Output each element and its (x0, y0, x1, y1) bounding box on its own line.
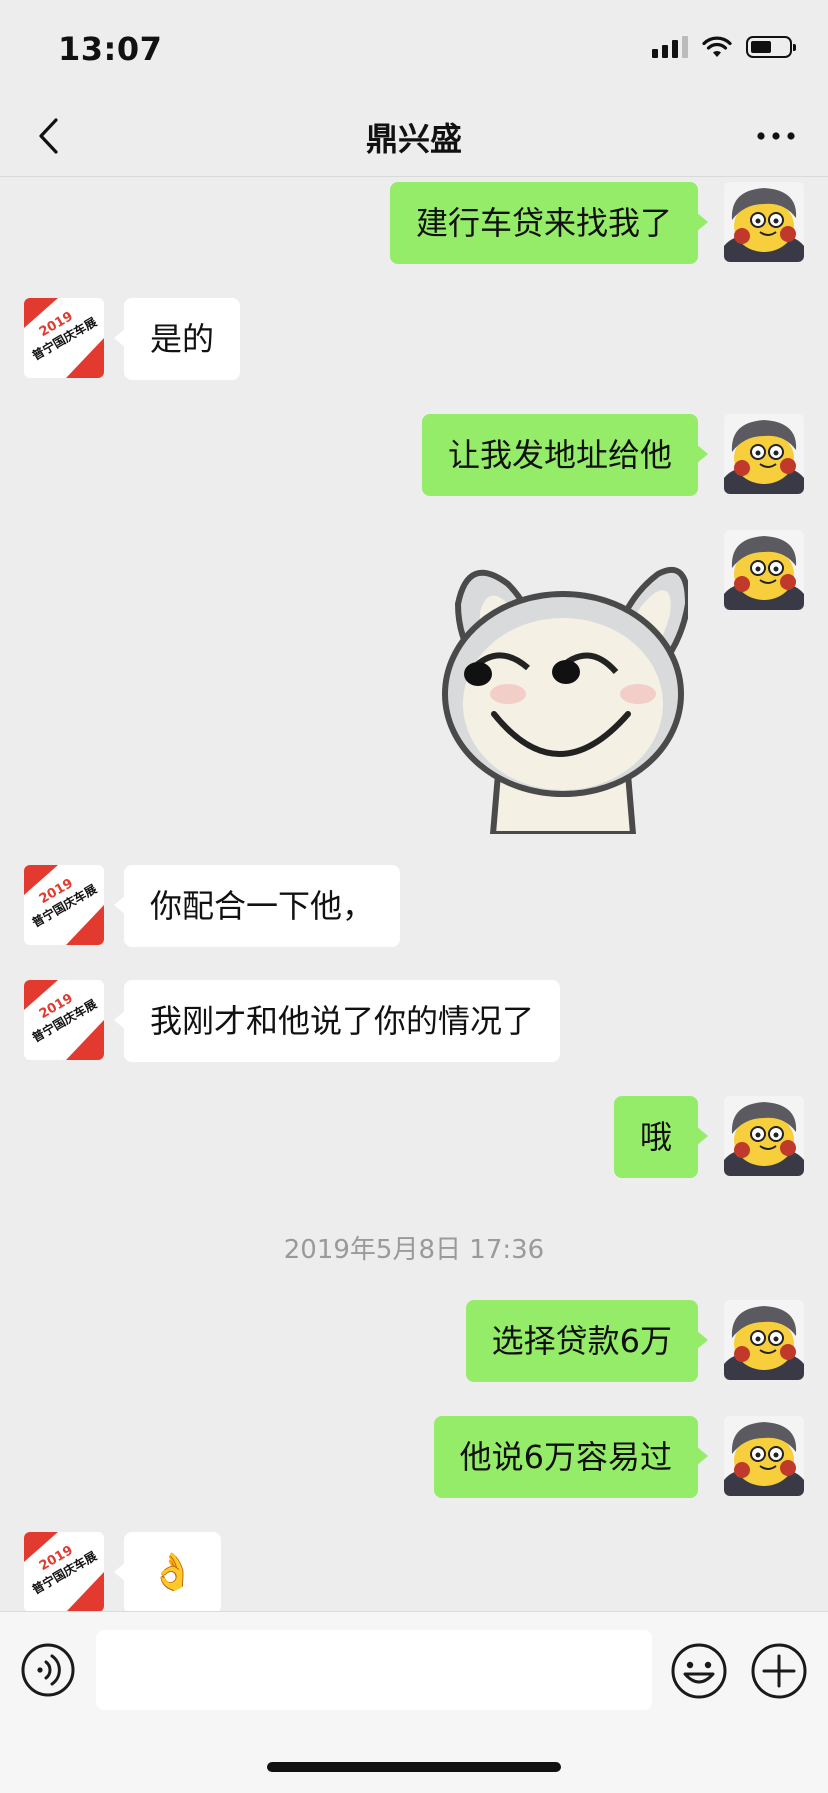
message-bubble-sent[interactable]: 他说6万容易过 (433, 1416, 709, 1498)
message-bubble-sent[interactable]: 让我发地址给他 (421, 414, 709, 496)
chat-history[interactable]: 建行车贷来找我了 2019 普宁国庆车展 是的 让我发地址给他 2019 普宁国… (0, 177, 828, 1611)
my-avatar[interactable] (724, 1096, 804, 1176)
home-indicator[interactable] (267, 1762, 561, 1772)
duck-avatar-icon (724, 1096, 804, 1176)
contact-avatar[interactable]: 2019 普宁国庆车展 (24, 980, 104, 1060)
cellular-signal-icon (652, 36, 688, 58)
contact-avatar[interactable]: 2019 普宁国庆车展 (24, 1532, 104, 1611)
battery-icon (746, 36, 796, 58)
message-input[interactable] (96, 1630, 652, 1710)
emoji-icon[interactable] (670, 1642, 728, 1700)
my-avatar[interactable] (724, 1416, 804, 1496)
message-bubble-received[interactable]: 是的 (113, 298, 241, 380)
wifi-icon (702, 36, 732, 57)
contact-avatar[interactable]: 2019 普宁国庆车展 (24, 865, 104, 945)
my-avatar[interactable] (724, 182, 804, 262)
my-avatar[interactable] (724, 530, 804, 610)
status-bar: 13:07 (0, 0, 828, 96)
my-avatar[interactable] (724, 1300, 804, 1380)
status-time: 13:07 (58, 30, 163, 68)
add-icon[interactable] (750, 1642, 808, 1700)
more-dots-icon (757, 132, 795, 140)
nav-bar: 鼎兴盛 (0, 96, 828, 177)
status-icons (652, 36, 796, 58)
message-bubble-sent[interactable]: 建行车贷来找我了 (389, 182, 709, 264)
car-show-logo-icon: 2019 普宁国庆车展 (24, 865, 104, 945)
duck-avatar-icon (724, 530, 804, 610)
car-show-logo-icon: 2019 普宁国庆车展 (24, 298, 104, 378)
duck-avatar-icon (724, 414, 804, 494)
duck-avatar-icon (724, 1416, 804, 1496)
message-bubble-sent[interactable]: 选择贷款6万 (465, 1300, 709, 1382)
voice-input-icon[interactable] (20, 1642, 76, 1698)
chat-title: 鼎兴盛 (365, 120, 462, 158)
message-bubble-received[interactable]: 我刚才和他说了你的情况了 (113, 980, 561, 1062)
chat-timestamp: 2019年5月8日 17:36 (283, 1235, 545, 1265)
my-avatar[interactable] (724, 414, 804, 494)
duck-avatar-icon (724, 1300, 804, 1380)
car-show-logo-icon: 2019 普宁国庆车展 (24, 1532, 104, 1611)
smirking-rabbit-sticker[interactable] (438, 544, 688, 834)
more-button[interactable] (752, 118, 800, 154)
message-bubble-sent[interactable]: 哦 (613, 1096, 709, 1178)
car-show-logo-icon: 2019 普宁国庆车展 (24, 980, 104, 1060)
message-bubble-received[interactable]: 👌 (114, 1532, 221, 1611)
duck-avatar-icon (724, 182, 804, 262)
message-bubble-received[interactable]: 你配合一下他， (113, 865, 401, 947)
contact-avatar[interactable]: 2019 普宁国庆车展 (24, 298, 104, 378)
